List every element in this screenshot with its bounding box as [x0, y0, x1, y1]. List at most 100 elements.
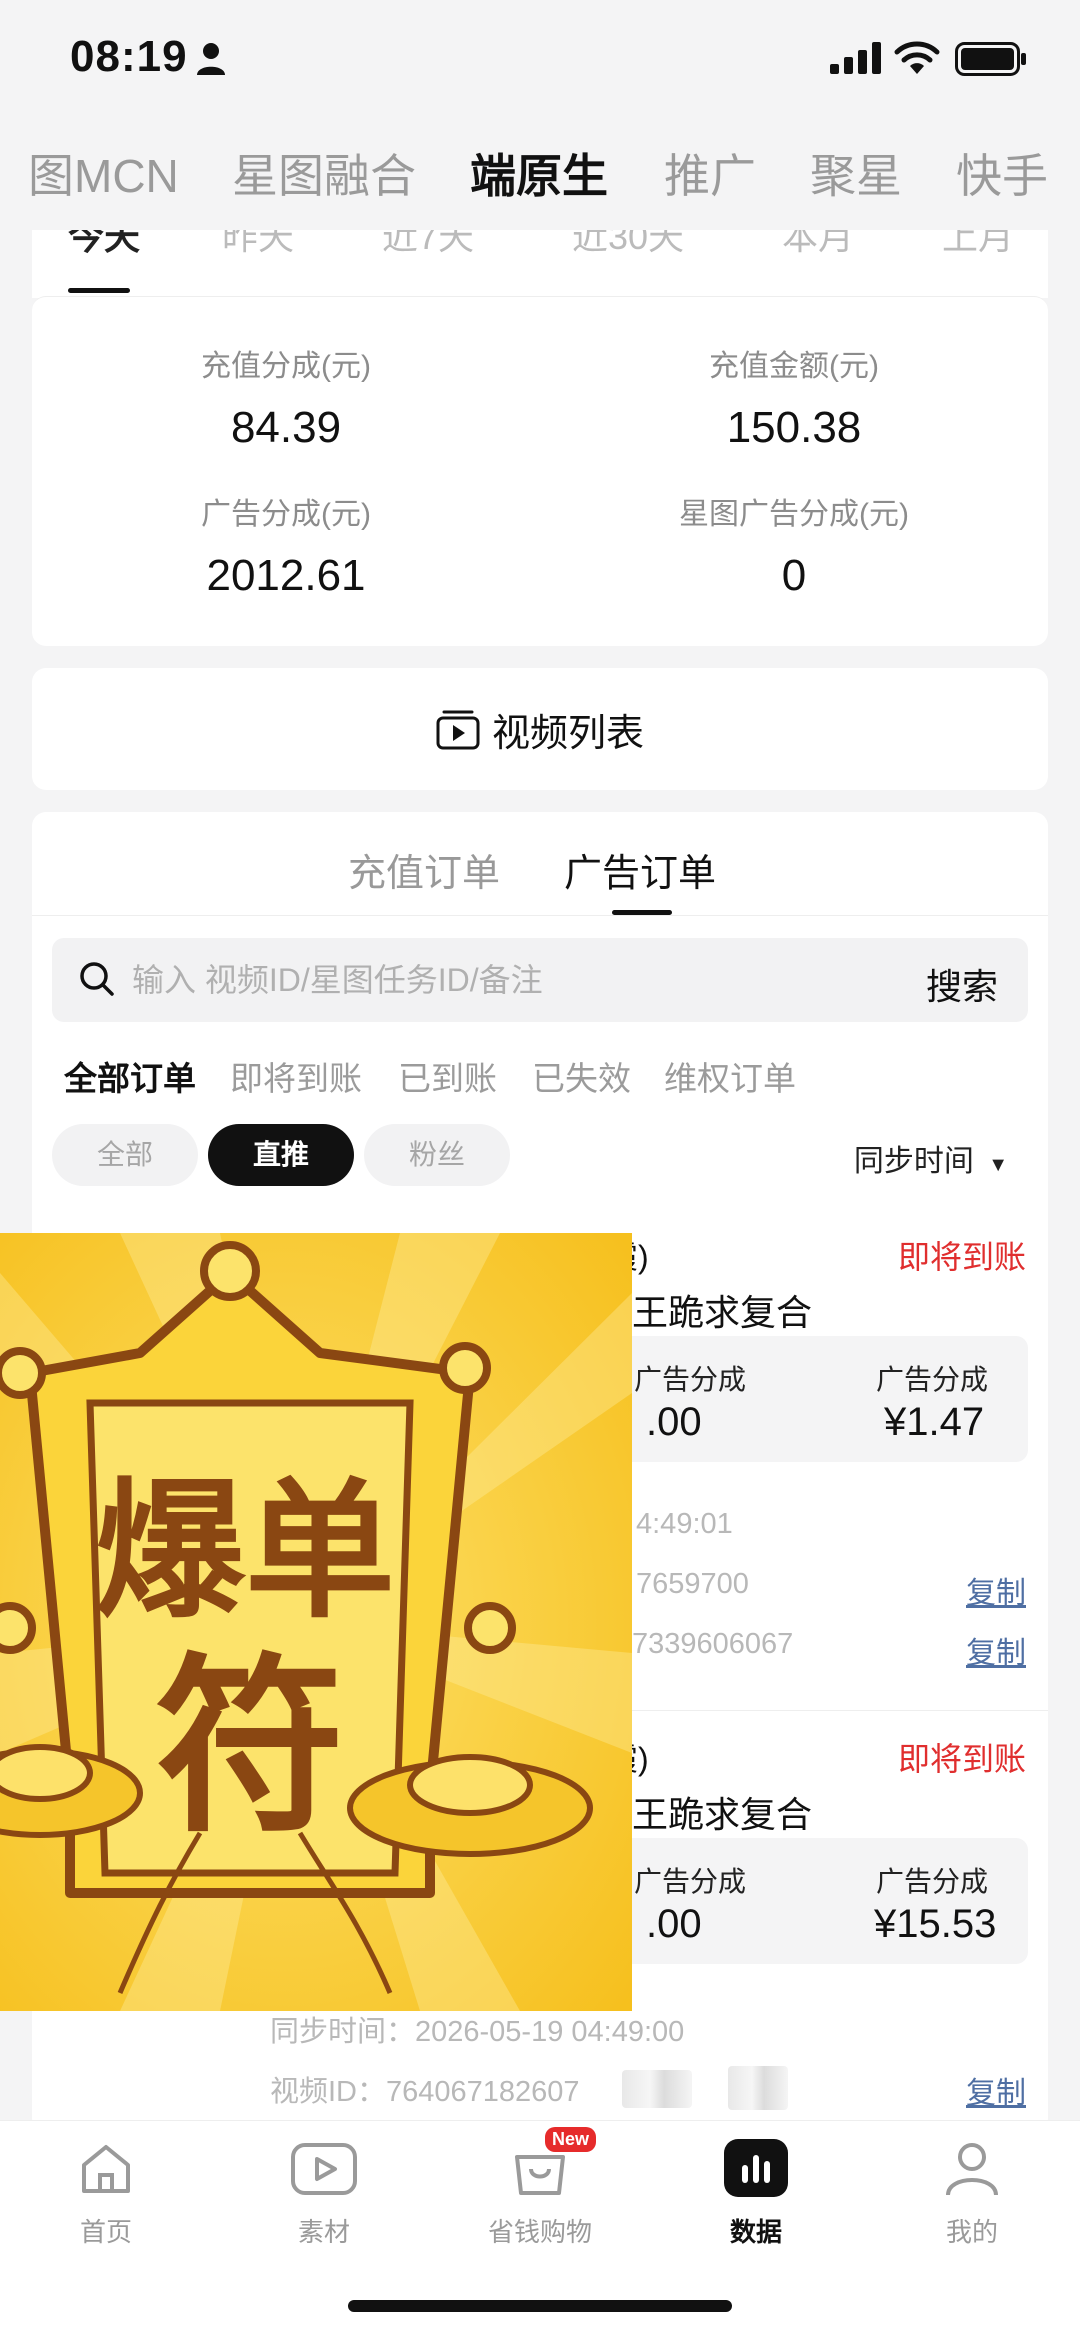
stat-label: 充值分成(元) — [201, 350, 371, 383]
sticker-text-bottom: 符 — [155, 1635, 345, 1858]
video-list-button[interactable]: 视频列表 — [32, 668, 1048, 790]
chip-fans[interactable]: 粉丝 — [364, 1124, 510, 1186]
date-tab-last-month[interactable]: 上月 — [942, 230, 1014, 260]
date-tab-underline — [68, 288, 130, 293]
tab-ad-orders[interactable]: 广告订单 — [564, 842, 716, 897]
order-title: 王跪求复合 — [632, 1292, 813, 1333]
order-status: 即将到账 — [897, 1741, 1026, 1777]
copy-video-id-button[interactable]: 复制 — [966, 2068, 1026, 2112]
order-share-box: 广告分成 .00 广告分成 ¥1.47 — [592, 1336, 1028, 1462]
nav-home[interactable]: 首页 — [36, 2139, 176, 2249]
sort-label: 同步时间 — [853, 1145, 974, 1178]
tab-kuaishou[interactable]: 快手 — [956, 140, 1048, 206]
nav-shopping[interactable]: New 省钱购物 — [470, 2127, 610, 2249]
nav-label: 首页 — [79, 2217, 132, 2247]
chart-icon — [724, 2139, 788, 2197]
redacted-patch — [622, 2070, 692, 2108]
lucky-charm-sticker: 爆单 符 — [0, 1233, 632, 2011]
copy-video-id-button[interactable]: 复制 — [966, 1568, 1026, 1612]
date-tab-this-month[interactable]: 本月 — [782, 230, 854, 260]
lucky-charm-image: 爆单 符 — [0, 1233, 632, 2011]
play-icon — [291, 2143, 357, 2195]
filter-rights-protection[interactable]: 维权订单 — [664, 1052, 796, 1100]
chip-all[interactable]: 全部 — [52, 1124, 198, 1186]
nav-materials[interactable]: 素材 — [254, 2139, 394, 2249]
nav-label: 省钱购物 — [487, 2217, 592, 2247]
status-filters: 全部订单 即将到账 已到账 已失效 维权订单 — [64, 1052, 1024, 1102]
stat-value: 0 — [781, 551, 807, 600]
filter-received[interactable]: 已到账 — [398, 1052, 497, 1100]
home-icon — [82, 2145, 130, 2193]
stats-card: 充值分成(元) 84.39 充值金额(元) 150.38 广告分成(元) 201… — [32, 296, 1048, 646]
stat-label: 星图广告分成(元) — [679, 498, 909, 531]
search-icon — [80, 962, 114, 996]
date-tab-30days[interactable]: 近30天 — [572, 230, 684, 260]
share-value: ¥1.47 — [884, 1400, 985, 1444]
redacted-patch — [728, 2066, 788, 2110]
filter-expired[interactable]: 已失效 — [532, 1052, 631, 1100]
new-badge: New — [545, 2127, 597, 2152]
video-list-icon — [436, 710, 480, 750]
source-chips: 全部 直推 粉丝 同步时间 ▼ — [52, 1124, 1032, 1186]
nav-me[interactable]: 我的 — [902, 2139, 1042, 2249]
stat-recharge-share: 充值分成(元) 84.39 — [32, 341, 540, 453]
tab-mcn[interactable]: 图MCN — [28, 140, 179, 206]
date-tab-yesterday[interactable]: 昨天 — [222, 230, 294, 260]
stat-recharge-amount: 充值金额(元) 150.38 — [540, 341, 1048, 453]
user-icon — [946, 2143, 998, 2196]
nav-label: 素材 — [297, 2217, 350, 2247]
date-tab-7days[interactable]: 近7天 — [382, 230, 474, 260]
order-type-tabs: 充值订单 广告订单 — [32, 812, 1048, 916]
order-title: 王跪求复合 — [632, 1794, 813, 1835]
date-range-tabs: 今天 昨天 近7天 近30天 本月 上月 — [32, 230, 1048, 298]
stat-xingtu-ad-share: 星图广告分成(元) 0 — [540, 489, 1048, 601]
filter-all-orders[interactable]: 全部订单 — [64, 1052, 196, 1100]
order-tab-underline — [612, 910, 672, 915]
person-icon — [197, 43, 225, 75]
task-id: 7339606067 — [632, 1628, 794, 1660]
sort-by-sync-time[interactable]: 同步时间 ▼ — [854, 1136, 1008, 1180]
share-value: .00 — [646, 1902, 702, 1946]
tab-xingtu-fusion[interactable]: 星图融合 — [232, 140, 416, 206]
order-status: 即将到账 — [897, 1239, 1026, 1275]
stat-label: 充值金额(元) — [709, 350, 879, 383]
channel-tabs: 图MCN 星图融合 端原生 推广 聚星 快手 — [0, 140, 1080, 210]
status-time: 08:19 — [70, 32, 188, 81]
share-label: 广告分成 — [634, 1866, 747, 1897]
video-list-label: 视频列表 — [491, 712, 644, 755]
nav-data[interactable]: 数据 — [686, 2139, 826, 2249]
order-share-box: 广告分成 .00 广告分成 ¥15.53 — [592, 1838, 1028, 1964]
nav-label: 数据 — [729, 2217, 782, 2247]
tab-recharge-orders[interactable]: 充值订单 — [348, 842, 500, 897]
share-value: .00 — [646, 1400, 702, 1444]
copy-task-id-button[interactable]: 复制 — [966, 1628, 1026, 1672]
sync-time: 同步时间：2026-05-19 04:49:00 — [270, 2016, 685, 2048]
stat-ad-share: 广告分成(元) 2012.61 — [32, 489, 540, 601]
signal-icon — [830, 42, 881, 74]
search-button[interactable]: 搜索 — [926, 958, 998, 1010]
search-input[interactable] — [132, 956, 832, 1004]
share-label: 广告分成 — [876, 1364, 989, 1395]
chip-direct[interactable]: 直推 — [208, 1124, 354, 1186]
stat-value: 150.38 — [726, 403, 862, 452]
video-id: 视频ID：764067182607 — [270, 2076, 580, 2108]
caret-down-icon: ▼ — [988, 1154, 1008, 1176]
filter-pending[interactable]: 即将到账 — [230, 1052, 362, 1100]
sticker-text-top: 爆单 — [95, 1463, 395, 1639]
stat-label: 广告分成(元) — [201, 498, 371, 531]
search-bar: 搜索 — [52, 938, 1028, 1022]
share-value: ¥15.53 — [874, 1902, 997, 1946]
status-bar: 08:19 — [0, 0, 1080, 120]
stat-value: 84.39 — [230, 403, 342, 452]
tab-native[interactable]: 端原生 — [470, 140, 608, 206]
video-id: 7659700 — [636, 1568, 749, 1600]
stat-value: 2012.61 — [206, 551, 366, 600]
sync-time: 4:49:01 — [636, 1508, 733, 1540]
home-indicator[interactable] — [348, 2300, 732, 2312]
nav-label: 我的 — [945, 2217, 998, 2247]
date-tab-today[interactable]: 今天 — [68, 230, 140, 260]
share-label: 广告分成 — [876, 1866, 989, 1897]
tab-promotion[interactable]: 推广 — [664, 140, 756, 206]
tab-juxing[interactable]: 聚星 — [810, 140, 902, 206]
wifi-icon — [894, 41, 940, 74]
